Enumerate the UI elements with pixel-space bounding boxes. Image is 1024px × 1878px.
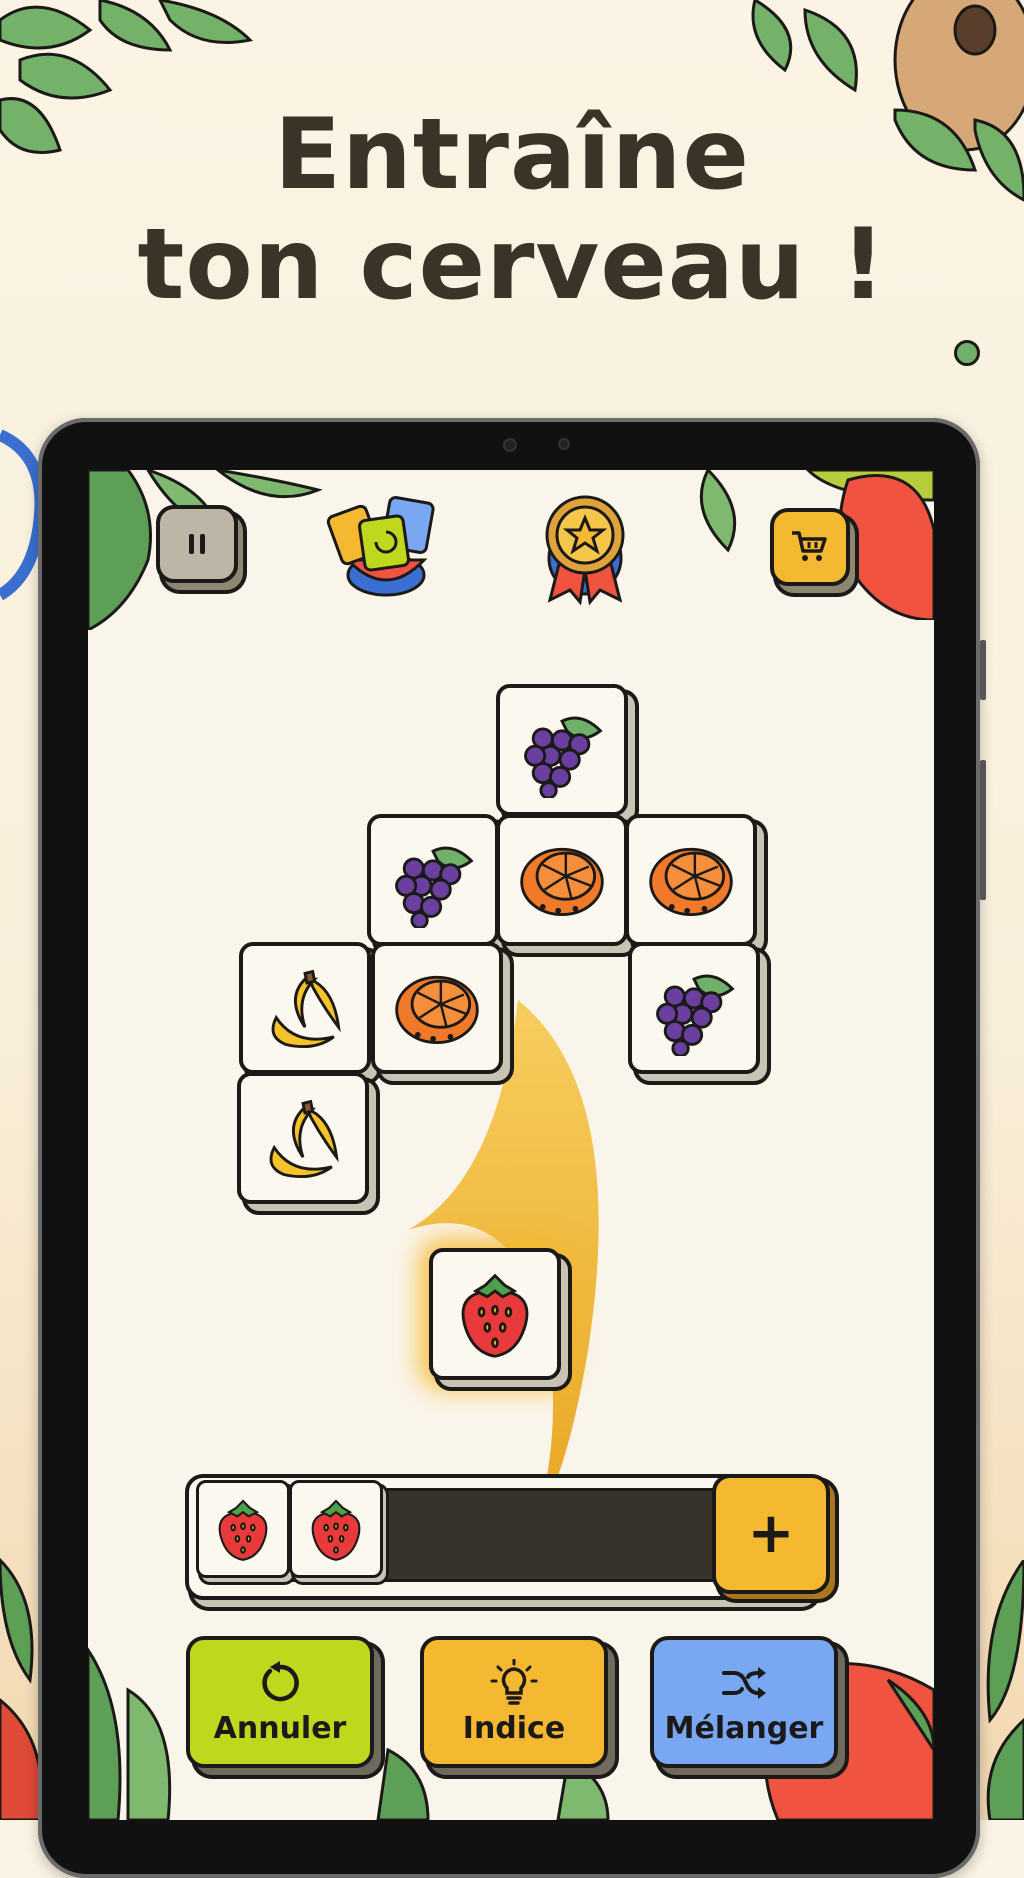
side-button-lower [980, 760, 986, 900]
strawberry-icon [311, 1499, 361, 1561]
grapes-icon [656, 974, 735, 1056]
moving-tile-strawberry[interactable] [429, 1248, 561, 1380]
tray-slot-strawberry [196, 1480, 290, 1578]
tile-grapes[interactable] [496, 684, 628, 816]
headline-line-1: Entraîne [274, 98, 750, 212]
shuffle-icon [722, 1666, 766, 1699]
add-slot-label: + [747, 1501, 795, 1566]
pause-button[interactable] [156, 505, 238, 583]
tile-grapes[interactable] [367, 814, 499, 946]
star-medal-icon[interactable] [530, 490, 640, 605]
tile-banana[interactable] [239, 942, 371, 1074]
undo-icon [262, 1660, 299, 1701]
grapes-icon [524, 716, 603, 798]
cards-bowl-icon[interactable] [326, 490, 446, 600]
strawberry-icon [218, 1499, 268, 1561]
tile-orange[interactable] [496, 814, 628, 946]
undo-label: Annuler [213, 1710, 347, 1746]
side-button-upper [980, 640, 986, 700]
shuffle-label: Mélanger [664, 1710, 824, 1746]
grapes-icon [395, 846, 474, 928]
strawberry-icon [461, 1273, 529, 1358]
orange-icon [649, 847, 733, 916]
shopping-cart-icon [792, 531, 827, 561]
tile-grapes[interactable] [628, 942, 760, 1074]
banana-icon [269, 1099, 339, 1178]
orange-icon [520, 847, 604, 916]
hint-label: Indice [462, 1710, 566, 1746]
camera [503, 438, 517, 452]
decor-dot [954, 340, 980, 366]
pause-icon [189, 534, 205, 554]
sensor [558, 438, 570, 450]
undo-button[interactable]: Annuler [186, 1636, 374, 1768]
tile-orange[interactable] [625, 814, 757, 946]
tile-orange[interactable] [371, 942, 503, 1074]
shop-button[interactable] [770, 508, 850, 586]
tile-banana[interactable] [237, 1072, 369, 1204]
headline-line-2: ton cerveau ! [137, 208, 887, 322]
add-slot-button[interactable]: + [712, 1474, 830, 1594]
banana-icon [271, 969, 341, 1048]
shuffle-button[interactable]: Mélanger [650, 1636, 838, 1768]
orange-icon [395, 975, 479, 1044]
hint-button[interactable]: Indice [420, 1636, 608, 1768]
bottom-right-leaves [986, 1560, 1024, 1820]
lightbulb-icon [490, 1658, 538, 1705]
game-screen: + Annuler Indice Mélanger [88, 470, 934, 1820]
tray-slot-strawberry [289, 1480, 383, 1578]
